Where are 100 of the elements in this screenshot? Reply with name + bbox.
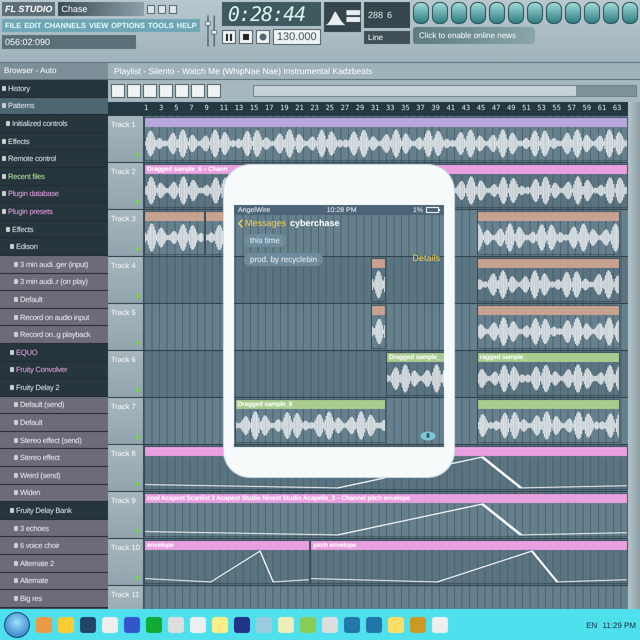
preset-icon (14, 455, 18, 460)
tool-button[interactable] (127, 84, 141, 98)
app-icon[interactable] (344, 617, 360, 633)
audio-clip[interactable] (370, 258, 386, 302)
toolbar-button[interactable] (508, 2, 524, 24)
track-led-icon[interactable] (136, 247, 140, 251)
toolbar-button[interactable] (489, 2, 505, 24)
spectrum-drawing (324, 2, 361, 32)
folder-icon (2, 208, 6, 214)
tool-button[interactable] (207, 84, 221, 98)
preset-icon (14, 279, 18, 284)
pause-icon (226, 34, 232, 40)
language-indicator[interactable]: EN (586, 620, 598, 630)
app-logo: FL STUDIO (2, 2, 56, 16)
poly-value: 6 (387, 10, 392, 20)
tool-button[interactable] (191, 84, 205, 98)
track-led-icon[interactable] (136, 435, 140, 439)
preset-icon (14, 332, 18, 338)
details-link[interactable]: Details (412, 253, 440, 263)
app-icon[interactable] (124, 617, 140, 633)
toolbar-button[interactable] (451, 2, 467, 24)
browser-title: Browser - Auto (0, 63, 108, 79)
track-led-icon[interactable] (136, 153, 140, 157)
folder-icon (10, 367, 14, 372)
playlist-title: Playlist - Silento - Watch Me (WhipNae Nae) Instrumental Kadzbeats (108, 63, 640, 79)
preset-icon (14, 402, 18, 408)
waveform-drawing (387, 362, 446, 395)
back-link[interactable]: Messages (238, 218, 286, 228)
folder-icon (2, 86, 6, 91)
audio-clip[interactable] (476, 258, 620, 302)
app-icon[interactable] (234, 617, 250, 633)
preset-icon (14, 526, 18, 531)
pattern-selector[interactable]: Chase (58, 2, 144, 16)
record-icon (258, 33, 267, 41)
folder-icon (2, 191, 6, 196)
preset-icon (14, 314, 18, 320)
toolbar-button[interactable] (584, 2, 600, 24)
folder-icon (2, 138, 6, 144)
app-icon[interactable] (366, 617, 382, 633)
vertical-scrollbar[interactable] (628, 102, 640, 609)
toolbar-button[interactable] (470, 2, 486, 24)
toolbar-button[interactable] (527, 2, 543, 24)
track-led-icon[interactable] (136, 200, 140, 204)
battery-icon (426, 207, 440, 213)
folder-icon (10, 384, 14, 390)
audio-clip[interactable] (476, 399, 620, 443)
track-led-icon[interactable] (136, 341, 140, 345)
song-position: 056:02:090 (2, 35, 136, 49)
time-display: 0:28:44 (222, 2, 321, 26)
folder-icon (6, 120, 10, 126)
toolbar-button[interactable] (603, 2, 619, 24)
preset-icon (14, 420, 18, 426)
message-bubble: prod. by recyclebin (244, 253, 324, 266)
track-led-icon[interactable] (136, 576, 140, 580)
toolbar-button[interactable] (622, 2, 638, 24)
track-led-icon[interactable] (136, 294, 140, 298)
folder-icon (10, 350, 14, 355)
folder-icon (6, 226, 10, 232)
pause-button[interactable] (222, 30, 236, 44)
stop-icon (242, 34, 249, 40)
horizontal-scrollbar[interactable] (253, 85, 637, 97)
input-dropdown[interactable]: Line (364, 31, 410, 44)
message-bubble: this time (244, 234, 286, 247)
start-button[interactable] (4, 612, 30, 638)
audio-clip[interactable] (476, 305, 620, 349)
chevron-left-icon (238, 218, 243, 228)
preset-icon (14, 472, 18, 478)
tool-button[interactable] (111, 84, 125, 98)
folder-icon (10, 508, 14, 514)
preset-icon (14, 296, 18, 302)
preset-icon (14, 543, 18, 548)
toolbar-button[interactable] (565, 2, 581, 24)
folder-icon (10, 244, 14, 250)
record-button[interactable] (256, 30, 270, 44)
track-led-icon[interactable] (136, 482, 140, 486)
microphone-icon[interactable] (420, 431, 436, 441)
clock[interactable]: 11:29 PM (602, 620, 636, 630)
preset-icon (14, 578, 18, 584)
toolbar-button[interactable] (546, 2, 562, 24)
track-led-icon[interactable] (136, 388, 140, 392)
preset-icon (14, 490, 18, 496)
audio-clip[interactable] (370, 305, 386, 349)
track-led-icon[interactable] (136, 529, 140, 533)
tool-button[interactable] (159, 84, 173, 98)
audio-clip[interactable] (144, 211, 204, 255)
toolbar-button[interactable] (413, 2, 429, 24)
folder-icon (2, 103, 6, 108)
news-panel[interactable]: Click to enable online news (413, 27, 535, 44)
tempo-display[interactable]: 130.000 (272, 29, 321, 45)
contact-name: cyberchase (290, 218, 340, 228)
toolbar-button[interactable] (432, 2, 448, 24)
tool-button[interactable] (143, 84, 157, 98)
cpu-value: 288 (368, 10, 384, 20)
tool-button[interactable] (175, 84, 189, 98)
app-icon[interactable] (80, 617, 96, 633)
stop-button[interactable] (238, 30, 253, 44)
folder-icon (2, 156, 6, 162)
preset-icon (14, 438, 18, 443)
audio-clip[interactable] (476, 211, 620, 255)
preset-icon (14, 560, 18, 566)
